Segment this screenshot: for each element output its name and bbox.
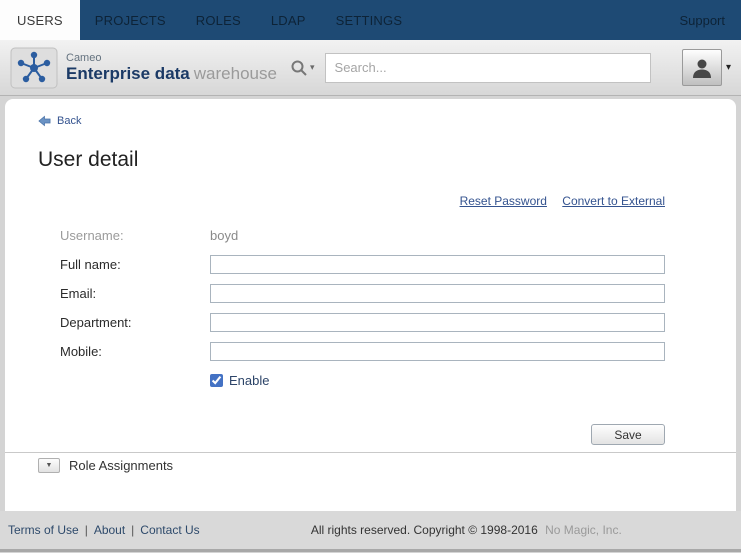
enable-label: Enable — [229, 373, 269, 388]
department-field[interactable] — [210, 313, 665, 332]
footer-separator: | — [131, 523, 134, 537]
full-name-label: Full name: — [60, 257, 210, 272]
full-name-field[interactable] — [210, 255, 665, 274]
brand-warehouse: warehouse — [194, 64, 277, 83]
terms-of-use-link[interactable]: Terms of Use — [8, 523, 79, 537]
chevron-down-icon: ▼ — [46, 462, 53, 469]
save-button[interactable]: Save — [591, 424, 665, 445]
mobile-row: Mobile: — [60, 342, 736, 361]
username-value: boyd — [210, 228, 238, 243]
brand-text: Cameo Enterprise datawarehouse — [66, 52, 284, 83]
username-row: Username: boyd — [60, 226, 736, 245]
search-dropdown-icon: ▾ — [310, 62, 315, 73]
role-assignments-section: ▼ Role Assignments — [38, 458, 736, 473]
section-divider — [5, 452, 736, 453]
user-avatar-icon — [690, 56, 714, 80]
convert-to-external-link[interactable]: Convert to External — [562, 194, 665, 208]
back-row: Back — [38, 114, 736, 128]
enable-row: Enable — [210, 373, 736, 388]
search-icon — [290, 59, 308, 77]
application-window: USERS PROJECTS ROLES LDAP SETTINGS Suppo… — [0, 0, 741, 553]
about-link[interactable]: About — [94, 523, 125, 537]
rights-text: All rights reserved. Copyright © 1998-20… — [311, 523, 538, 537]
enable-checkbox[interactable] — [210, 374, 223, 387]
reset-password-link[interactable]: Reset Password — [460, 194, 547, 208]
tab-roles[interactable]: ROLES — [181, 0, 256, 40]
user-menu: ▾ — [682, 49, 731, 86]
contact-us-link[interactable]: Contact Us — [140, 523, 199, 537]
username-label: Username: — [60, 228, 210, 243]
email-label: Email: — [60, 286, 210, 301]
role-assignments-expander-button[interactable]: ▼ — [38, 458, 60, 473]
full-name-row: Full name: — [60, 255, 736, 274]
footer-bar: Terms of Use | About | Contact Us All ri… — [0, 511, 741, 552]
email-field[interactable] — [210, 284, 665, 303]
brand-enterprise-data: Enterprise data — [66, 64, 190, 83]
footer-separator: | — [85, 523, 88, 537]
mobile-label: Mobile: — [60, 344, 210, 359]
search-input[interactable] — [325, 53, 651, 83]
tab-settings[interactable]: SETTINGS — [321, 0, 418, 40]
department-row: Department: — [60, 313, 736, 332]
tab-ldap[interactable]: LDAP — [256, 0, 321, 40]
back-arrow-icon[interactable] — [38, 115, 51, 127]
brand-cameo: Cameo — [66, 52, 284, 64]
header-bar: Cameo Enterprise datawarehouse ▾ ▾ — [0, 40, 741, 96]
search-scope-button[interactable]: ▾ — [290, 59, 315, 77]
back-link[interactable]: Back — [57, 115, 81, 127]
mobile-field[interactable] — [210, 342, 665, 361]
copyright-text: All rights reserved. Copyright © 1998-20… — [200, 523, 733, 537]
email-row: Email: — [60, 284, 736, 303]
user-detail-form: Username: boyd Full name: Email: Departm… — [5, 226, 736, 445]
top-navigation: USERS PROJECTS ROLES LDAP SETTINGS Suppo… — [0, 0, 741, 40]
support-link[interactable]: Support — [663, 0, 741, 40]
tab-projects[interactable]: PROJECTS — [80, 0, 181, 40]
footer-links: Terms of Use | About | Contact Us — [8, 523, 200, 537]
department-label: Department: — [60, 315, 210, 330]
role-assignments-label: Role Assignments — [69, 458, 173, 473]
tab-users[interactable]: USERS — [0, 0, 80, 40]
user-detail-panel: Back User detail Reset Password Convert … — [5, 99, 736, 511]
user-menu-dropdown-icon[interactable]: ▾ — [726, 62, 731, 73]
page-title: User detail — [38, 148, 736, 172]
action-links: Reset Password Convert to External — [5, 194, 665, 208]
company-name: No Magic, Inc. — [545, 523, 622, 537]
avatar-button[interactable] — [682, 49, 722, 86]
save-row: Save — [60, 424, 665, 445]
cameo-logo-icon — [10, 47, 58, 89]
